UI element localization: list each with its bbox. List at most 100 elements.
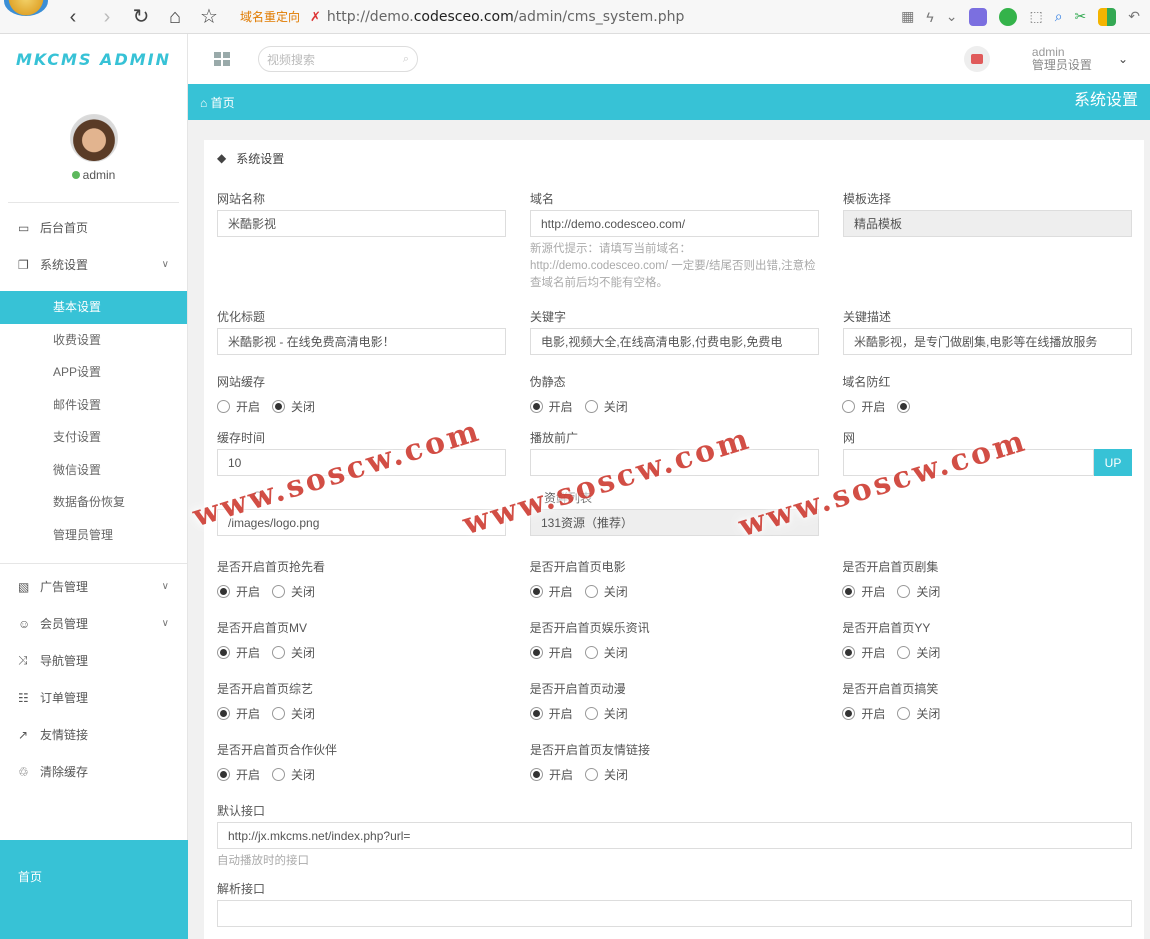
toggle-off-radio[interactable]: 关闭	[897, 644, 940, 661]
divider	[0, 563, 187, 564]
bookmark-star-icon[interactable]: ☆	[192, 0, 226, 34]
keywords-field[interactable]: 电影,视频大全,在线高清电影,付费电影,免费电	[530, 328, 819, 355]
refresh-icon[interactable]: ↻	[124, 0, 158, 34]
cache-label: 网站缓存	[217, 375, 266, 389]
seo-title-field[interactable]: 米酷影视 - 在线免费高清电影！	[217, 328, 506, 355]
sidebar-item-ads[interactable]: ▧ 广告管理 ∨	[0, 568, 187, 605]
chevron-down-icon: ∨	[161, 581, 169, 592]
screenshot-icon[interactable]: ⬚	[1029, 8, 1042, 25]
browser-extensions: ▦ ϟ ⌄ ⬚ ⌕ ✂ ↶	[901, 7, 1150, 26]
toggle-off-radio[interactable]: 关闭	[897, 583, 940, 600]
toggle-off-radio[interactable]: 关闭	[584, 705, 628, 722]
sidebar-item-orders[interactable]: ☷ 订单管理	[0, 679, 187, 716]
toggle-on-radio[interactable]: 开启	[842, 583, 885, 600]
sidebar-item-backup[interactable]: 数据备份恢复	[0, 486, 187, 519]
toggle-on-radio[interactable]: 开启	[842, 644, 885, 661]
sidebar-menu: ▭ 后台首页 ❐ 系统设置 ∨	[0, 209, 187, 283]
default-api-hint: 自动播放时的接口	[217, 855, 309, 867]
sidebar-item-mail-settings[interactable]: 邮件设置	[0, 389, 187, 422]
extension-icon[interactable]	[969, 7, 988, 26]
qr-icon[interactable]: ▦	[901, 8, 914, 25]
toggle-on-radio[interactable]: 开启	[842, 705, 885, 722]
cache-off-radio[interactable]: 关闭	[272, 398, 315, 415]
toggle-label: 是否开启首页电影	[529, 560, 626, 574]
toggle-on-radio[interactable]: 开启	[529, 583, 573, 600]
sidebar-item-dashboard[interactable]: ▭ 后台首页	[0, 209, 187, 246]
template-select[interactable]: 精品模板	[843, 210, 1132, 237]
toggle-on-radio[interactable]: 开启	[217, 766, 260, 783]
grid-menu-icon[interactable]	[214, 52, 230, 66]
toggle-on-radio[interactable]: 开启	[529, 644, 573, 661]
chevron-down-icon[interactable]: ⌄	[946, 8, 958, 25]
pre-ad-label: 播放前广	[530, 431, 579, 445]
sidebar-item-app-settings[interactable]: APP设置	[0, 356, 187, 389]
top-header: 视频搜索 ⌕ admin 管理员设置 ⌄	[188, 34, 1150, 84]
main-content: ◆ 系统设置 网站名称 米酷影视 域名 http://demo.codesceo…	[188, 120, 1150, 939]
description-field[interactable]: 米酷影视，是专门做剧集,电影等在线播放服务	[843, 328, 1132, 355]
apps-icon[interactable]	[1098, 7, 1117, 26]
sidebar-item-links[interactable]: ↗ 友情链接	[0, 716, 187, 753]
sidebar-item-clear-cache[interactable]: ♲ 清除缓存	[0, 753, 187, 790]
toggle-on-radio[interactable]: 开启	[530, 766, 573, 783]
toggle-off-radio[interactable]: 关闭	[272, 705, 315, 722]
toggle-off-radio[interactable]: 关闭	[897, 705, 940, 722]
toggle-on-radio[interactable]: 开启	[529, 705, 573, 722]
toggle-off-radio[interactable]: 关闭	[272, 766, 315, 783]
toggle-off-radio[interactable]: 关闭	[272, 583, 315, 600]
external-link-icon: ↗	[18, 727, 29, 742]
lightning-icon[interactable]: ϟ	[926, 9, 933, 25]
sidebar-item-fee-settings[interactable]: 收费设置	[0, 324, 187, 357]
search-input[interactable]: 视频搜索 ⌕	[258, 46, 418, 72]
users-icon: ☺	[18, 616, 31, 631]
panel-header: ◆ 系统设置	[217, 140, 1131, 176]
back-icon[interactable]: ‹	[56, 0, 90, 34]
sidebar-item-system-settings[interactable]: ❐ 系统设置 ∨	[0, 246, 187, 283]
toggle-label: 是否开启首页搞笑	[842, 682, 939, 696]
avatar[interactable]	[69, 114, 118, 162]
toggle-on-radio[interactable]: 开启	[217, 583, 260, 600]
chevron-down-icon[interactable]: ⌄	[1118, 52, 1128, 66]
toggle-off-radio[interactable]: 关闭	[585, 766, 628, 783]
undo-icon[interactable]: ↶	[1128, 8, 1140, 25]
cache-on-radio[interactable]: 开启	[217, 398, 260, 415]
cache-radio-group: 开启 关闭	[217, 393, 506, 419]
toggle-off-radio[interactable]: 关闭	[272, 644, 315, 661]
template-label: 模板选择	[843, 192, 892, 206]
mail-icon[interactable]	[963, 46, 990, 72]
toggle-on-radio[interactable]: 开启	[217, 644, 260, 661]
static-off-radio[interactable]: 关闭	[584, 398, 628, 415]
admin-menu[interactable]: admin 管理员设置	[1032, 46, 1092, 72]
static-on-radio[interactable]: 开启	[529, 398, 573, 415]
page-title: 系统设置	[1057, 84, 1150, 123]
domain-hint: 新源代提示：请填写当前域名：http://demo.codesceo.com/ …	[530, 243, 816, 289]
antired-on-radio[interactable]: 开启	[842, 398, 885, 415]
parse-api-field[interactable]	[217, 900, 1132, 927]
antired-off-radio[interactable]	[897, 399, 916, 413]
sidebar-footer-home[interactable]: 首页	[0, 840, 188, 939]
translate-icon[interactable]	[999, 7, 1018, 26]
forward-icon[interactable]: ›	[90, 0, 124, 34]
toggle-off-radio[interactable]: 关闭	[584, 583, 628, 600]
domain-field[interactable]: http://demo.codesceo.com/	[530, 210, 819, 237]
toggle-on-radio[interactable]: 开启	[217, 705, 260, 722]
sidebar-item-members[interactable]: ☺ 会员管理 ∨	[0, 605, 187, 642]
random-icon: ⤨	[18, 653, 28, 667]
sidebar-item-pay-settings[interactable]: 支付设置	[0, 421, 187, 454]
sidebar-item-navigation[interactable]: ⤨ 导航管理	[0, 642, 187, 679]
sidebar-item-basic-settings[interactable]: 基本设置	[0, 291, 187, 324]
search-icon[interactable]: ⌕	[1055, 8, 1063, 25]
sidebar-item-wechat-settings[interactable]: 微信设置	[0, 454, 187, 487]
sidebar-item-admin-manage[interactable]: 管理员管理	[0, 519, 187, 552]
online-dot-icon	[71, 171, 80, 179]
site-name-field[interactable]: 米酷影视	[217, 210, 506, 237]
toggle-off-radio[interactable]: 关闭	[584, 644, 628, 661]
home-icon[interactable]: ⌂	[158, 0, 192, 34]
breadcrumb-home[interactable]: ⌂ 首页	[200, 94, 235, 111]
brand-logo[interactable]: MKCMS ADMIN	[0, 34, 187, 84]
antired-radio-group: 开启	[842, 393, 1131, 419]
scissors-icon[interactable]: ✂	[1075, 8, 1087, 25]
default-api-field[interactable]: http://jx.mkcms.net/index.php?url=	[217, 822, 1132, 849]
upload-button[interactable]: UP	[1094, 449, 1132, 476]
address-bar[interactable]: http://demo.codesceo.com/admin/cms_syste…	[327, 9, 684, 25]
site-name-label: 网站名称	[217, 192, 266, 206]
